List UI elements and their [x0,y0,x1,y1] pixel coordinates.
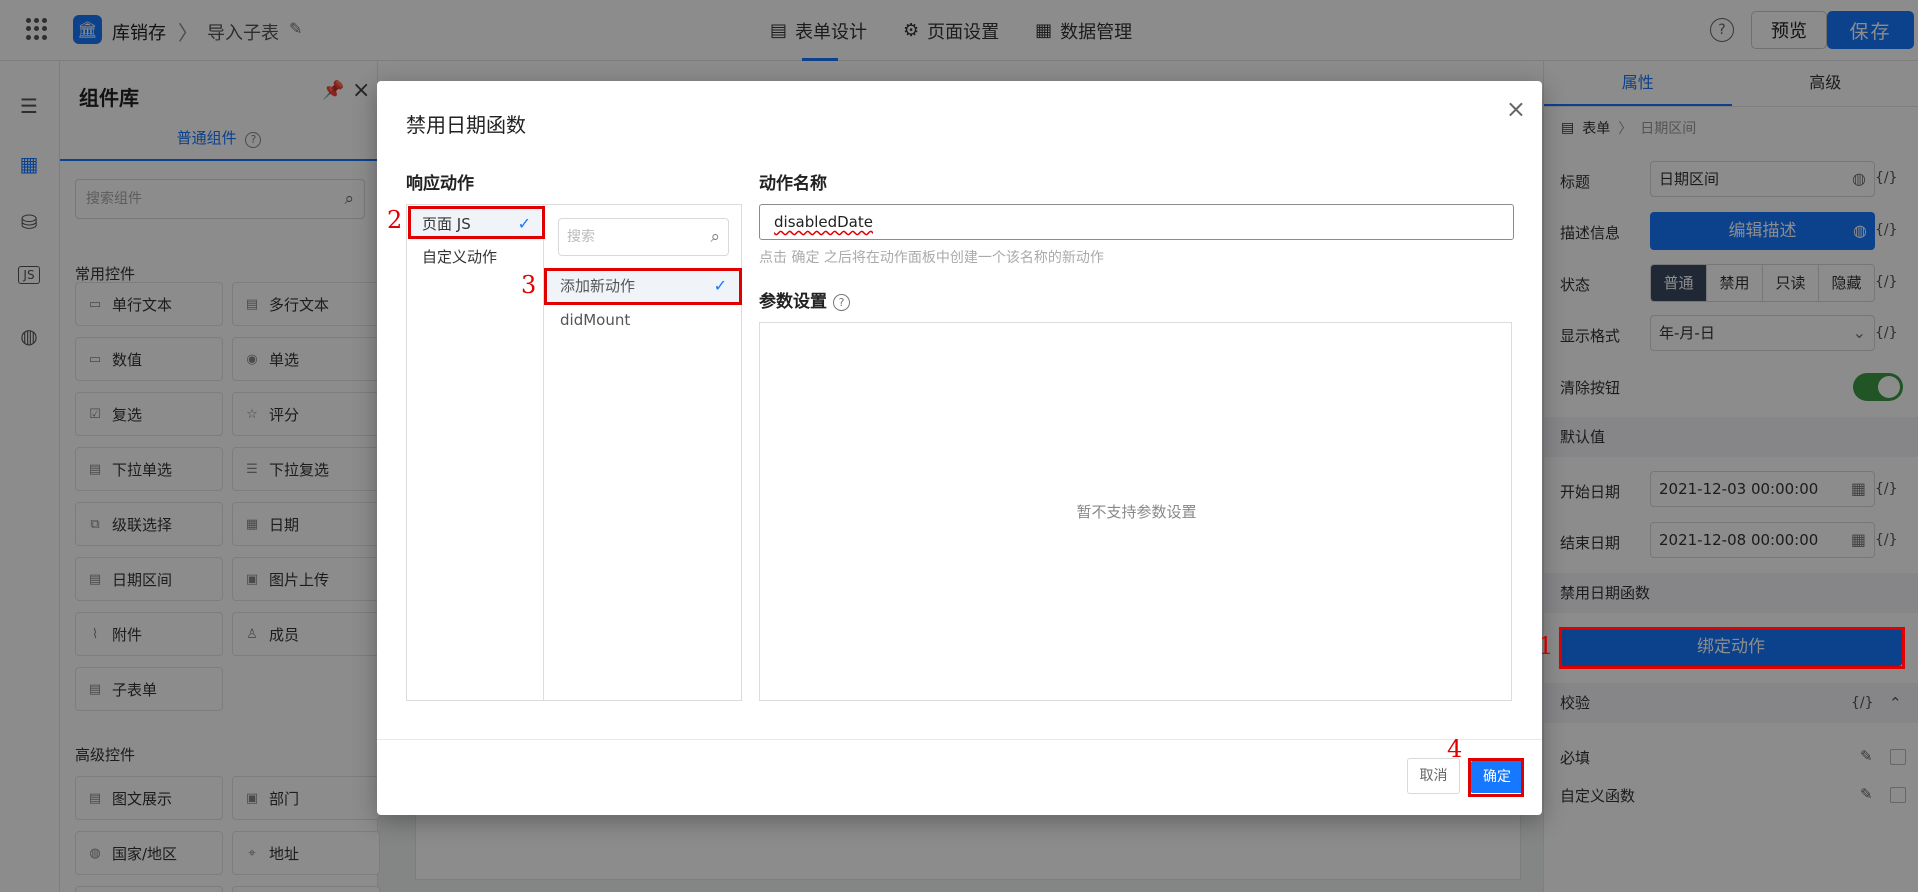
search-icon[interactable]: ⌕ [710,219,720,255]
help-icon[interactable]: ? [833,293,850,311]
action-name-input[interactable]: disabledDate [759,204,1514,240]
annotation-highlight [544,268,742,305]
params-empty-text: 暂不支持参数设置 [1076,503,1197,521]
action-label: didMount [560,311,631,329]
dialog-title: 禁用日期函数 [406,113,526,137]
params-label: 参数设置? [759,287,850,312]
annotation-highlight [1468,758,1524,797]
action-name-hint: 点击 确定 之后将在动作面板中创建一个该名称的新动作 [759,250,1104,266]
params-label-text: 参数设置 [759,292,827,312]
action-name-value: disabledDate [774,213,873,231]
params-panel: 暂不支持参数设置 [759,322,1512,701]
category-custom-action[interactable]: 自定义动作 [410,241,541,273]
annotation-highlight [408,206,545,239]
close-icon[interactable]: × [1506,95,1526,123]
annotation-step: 2 [387,206,403,234]
annotation-step: 4 [1447,735,1463,763]
action-name-label: 动作名称 [759,174,827,194]
annotation-highlight [1559,627,1905,669]
cancel-button[interactable]: 取消 [1407,758,1460,794]
action-didmount[interactable]: didMount [546,303,741,337]
dialog-footer-divider [377,739,1542,740]
action-search-input[interactable]: 搜索 ⌕ [558,218,729,256]
category-label: 自定义动作 [422,248,498,266]
search-placeholder: 搜索 [567,229,595,245]
disable-date-function-dialog: 禁用日期函数 × 响应动作 页面 JS ✓ 自定义动作 搜索 ⌕ 添加新动作 ✓… [377,81,1542,815]
response-action-label: 响应动作 [406,174,474,194]
annotation-step: 3 [521,271,537,299]
